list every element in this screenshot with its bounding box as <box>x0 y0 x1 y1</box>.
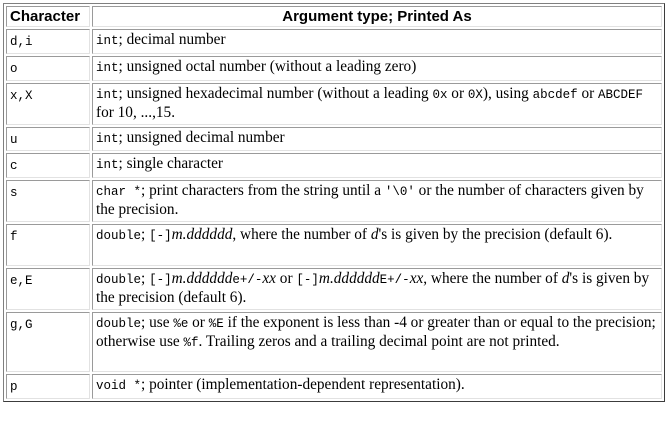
description-cell: void *; pointer (implementation-dependen… <box>92 373 662 399</box>
code-token: %e <box>173 316 189 331</box>
code-token: %f <box>183 336 199 350</box>
table-row: x,X int; unsigned hexadecimal number (wi… <box>6 82 662 125</box>
description-cell: int; unsigned decimal number <box>92 126 662 151</box>
code-token: int <box>96 60 119 75</box>
code-token: void * <box>96 378 142 393</box>
conversion-character-cell: d,i <box>6 29 90 54</box>
description-text: . Trailing zeros and a trailing decimal … <box>198 333 560 350</box>
description-cell: double; [-]m.dddddde+/-xx or [-]m.dddddd… <box>92 267 662 310</box>
code-token: double <box>96 228 142 243</box>
code-token: double <box>96 272 142 287</box>
description-text: or <box>188 313 209 331</box>
description-text: ; unsigned octal number (without a leadi… <box>118 57 417 75</box>
conversion-character-cell: c <box>6 153 90 178</box>
description-cell: char *; print characters from the string… <box>92 179 662 222</box>
table-row: s char *; print characters from the stri… <box>6 179 662 222</box>
code-token: char * <box>96 184 142 199</box>
italic-text: d <box>370 225 379 243</box>
code-token: abcdef <box>532 87 578 102</box>
description-text: ; single character <box>118 155 223 172</box>
description-cell: int; unsigned octal number (without a le… <box>92 55 662 81</box>
conversion-character-cell: o <box>6 55 90 81</box>
description-cell: double; [-]m.dddddd, where the number of… <box>92 223 662 266</box>
table-row: f double; [-]m.dddddd, where the number … <box>6 223 662 266</box>
conversion-character-cell: x,X <box>6 82 90 125</box>
table-row: e,E double; [-]m.dddddde+/-xx or [-]m.dd… <box>6 267 662 310</box>
italic-text: xx <box>262 269 276 287</box>
header-row: Character Argument type; Printed As <box>6 6 662 27</box>
description-text: ), using <box>482 84 533 102</box>
code-token: int <box>96 87 119 102</box>
description-text: or <box>577 84 599 102</box>
header-argument-type: Argument type; Printed As <box>92 6 662 27</box>
italic-text: m.dddddd <box>171 225 233 243</box>
description-text: ; pointer (implementation-dependent repr… <box>141 375 465 393</box>
conversion-character: f <box>10 229 18 244</box>
conversion-character: g,G <box>10 317 33 332</box>
code-token: 0X <box>467 87 483 102</box>
conversion-character: e,E <box>10 273 33 288</box>
table-row: g,G double; use %e or %E if the exponent… <box>6 311 662 372</box>
description-text: ; <box>141 269 150 287</box>
conversion-character: d,i <box>10 35 33 49</box>
description-text: or <box>447 84 468 102</box>
code-token: [-] <box>149 272 172 287</box>
code-token: ABCDEF <box>598 87 644 102</box>
code-token: int <box>96 34 119 48</box>
conversion-character-cell: g,G <box>6 311 90 372</box>
code-token: [-] <box>296 272 319 287</box>
conversion-character: p <box>10 379 18 394</box>
conversion-character-cell: e,E <box>6 267 90 310</box>
code-token: int <box>96 158 119 172</box>
table-row: p void *; pointer (implementation-depend… <box>6 373 662 399</box>
italic-text: m.dddddd <box>171 269 233 287</box>
italic-text: m.dddddd <box>318 269 380 287</box>
description-text: , where the number of <box>232 225 371 243</box>
code-token: e+/- <box>232 272 263 287</box>
table-row: o int; unsigned octal number (without a … <box>6 55 662 81</box>
code-token: '\0' <box>384 184 415 199</box>
description-text: ; <box>141 225 150 243</box>
header-character: Character <box>6 6 90 27</box>
italic-text: xx <box>409 269 424 287</box>
description-text: ; print characters from the string until… <box>141 181 385 199</box>
code-token: int <box>96 131 119 146</box>
code-token: double <box>96 316 142 331</box>
conversion-character: c <box>10 159 18 173</box>
conversion-table: Character Argument type; Printed As d,i … <box>3 3 665 402</box>
description-text: ; unsigned hexadecimal number (without a… <box>118 84 433 102</box>
description-cell: double; use %e or %E if the exponent is … <box>92 311 662 372</box>
table-row: c int; single character <box>6 153 662 178</box>
description-cell: int; unsigned hexadecimal number (withou… <box>92 82 662 125</box>
description-text: ; unsigned decimal number <box>118 128 285 146</box>
table-row: d,i int; decimal number <box>6 29 662 54</box>
conversion-character-cell: f <box>6 223 90 266</box>
code-token: %E <box>208 316 224 331</box>
conversion-character-cell: s <box>6 179 90 222</box>
conversion-character-cell: u <box>6 126 90 151</box>
description-text: for 10, ...,15. <box>96 104 176 121</box>
table-row: u int; unsigned decimal number <box>6 126 662 151</box>
description-cell: int; single character <box>92 153 662 178</box>
code-token: 0x <box>432 87 448 102</box>
description-text: , where the number of <box>423 269 562 287</box>
conversion-character: x,X <box>10 88 33 103</box>
description-text: 's is given by the precision (default 6)… <box>378 225 613 243</box>
description-cell: int; decimal number <box>92 29 662 54</box>
conversion-character: u <box>10 132 18 147</box>
code-token: E+/- <box>379 272 410 287</box>
description-text: ; use <box>141 313 174 331</box>
conversion-character: o <box>10 61 18 76</box>
code-token: [-] <box>149 228 172 243</box>
conversion-character-cell: p <box>6 373 90 399</box>
description-text: or <box>275 269 297 287</box>
conversion-character: s <box>10 185 18 200</box>
description-text: ; decimal number <box>118 31 226 48</box>
